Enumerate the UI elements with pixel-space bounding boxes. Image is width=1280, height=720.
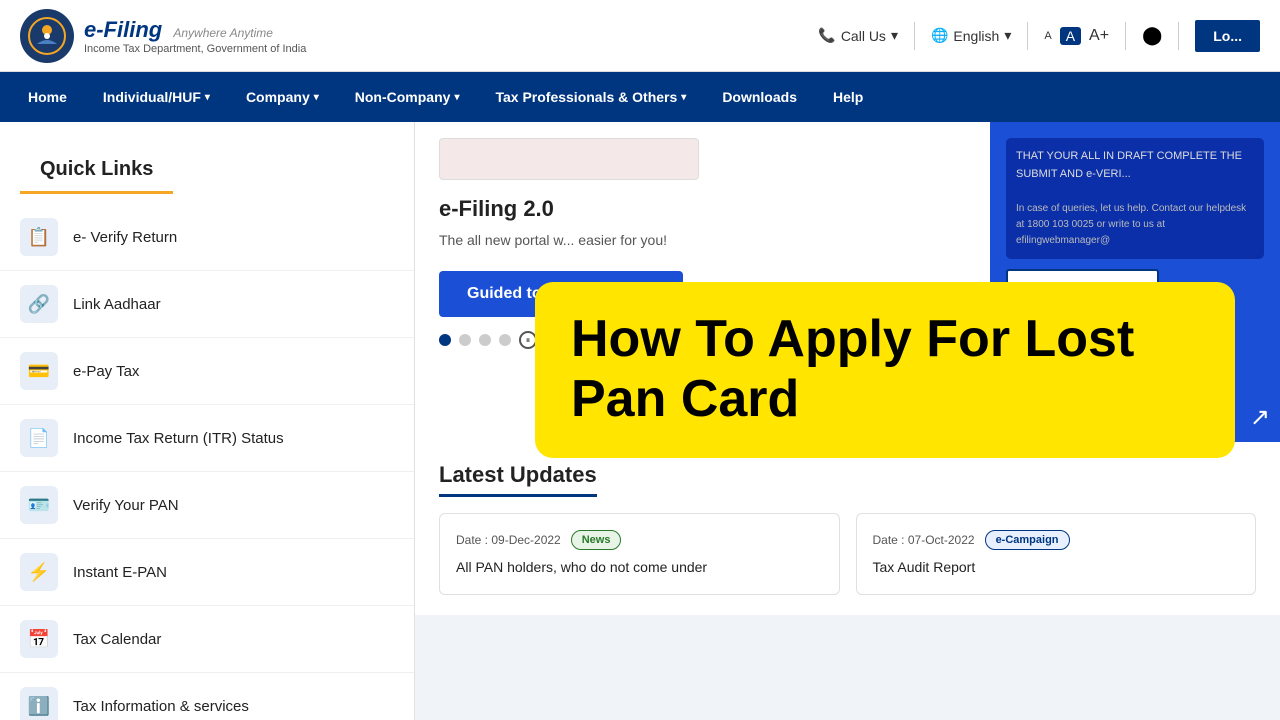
sidebar-verify-pan-label: Verify Your PAN [73, 497, 179, 514]
yellow-overlay-banner: How To Apply For Lost Pan Card [535, 282, 1235, 458]
sidebar-tax-info-label: Tax Information & services [73, 698, 249, 715]
update-card-header-2: Date : 07-Oct-2022 e-Campaign [873, 530, 1240, 550]
header-controls: 📞 Call Us ▾ 🌐 English ▾ A A A+ ⬤ Lo... [818, 20, 1260, 52]
main-container: Quick Links 📋 e- Verify Return 🔗 Link Aa… [0, 122, 1280, 720]
chevron-non-company: ▾ [454, 92, 459, 103]
tax-calendar-icon: 📅 [20, 620, 58, 658]
text-size-large-button[interactable]: A+ [1089, 27, 1109, 45]
chevron-down-icon-2: ▾ [1004, 27, 1011, 44]
link-aadhaar-icon: 🔗 [20, 285, 58, 323]
update-card-2: Date : 07-Oct-2022 e-Campaign Tax Audit … [856, 513, 1257, 595]
divider-3 [1125, 22, 1126, 50]
chevron-tax-professionals: ▾ [681, 92, 686, 103]
verify-return-icon: 📋 [20, 218, 58, 256]
call-us-button[interactable]: 📞 Call Us ▾ [818, 27, 898, 44]
efiling-brand: e-Filing Anywhere Anytime [84, 17, 306, 43]
text-size-normal-button[interactable]: A [1060, 27, 1081, 45]
sidebar-item-verify-pan[interactable]: 🪪 Verify Your PAN [0, 472, 414, 539]
nav-tax-professionals-label: Tax Professionals & Others [495, 89, 677, 105]
text-size-small-button[interactable]: A [1044, 30, 1051, 42]
efiling-desc: The all new portal w... easier for you! [439, 230, 879, 251]
divider-2 [1027, 22, 1028, 50]
divider-4 [1178, 22, 1179, 50]
nav-non-company-label: Non-Company [355, 89, 451, 105]
quick-links-header: Quick Links [0, 122, 414, 194]
updates-grid: Date : 09-Dec-2022 News All PAN holders,… [439, 513, 1256, 595]
overlay-title: How To Apply For Lost Pan Card [571, 310, 1199, 430]
update-badge-2[interactable]: e-Campaign [985, 530, 1070, 550]
sidebar-link-aadhaar-label: Link Aadhaar [73, 296, 161, 313]
sidebar-item-instant-epan[interactable]: ⚡ Instant E-PAN [0, 539, 414, 606]
carousel-dot-1[interactable] [439, 334, 451, 346]
page-header: e-Filing Anywhere Anytime Income Tax Dep… [0, 0, 1280, 72]
nav-help-label: Help [833, 89, 863, 105]
phone-icon: 📞 [818, 27, 835, 44]
logo-area: e-Filing Anywhere Anytime Income Tax Dep… [20, 9, 306, 63]
search-bar[interactable] [439, 138, 699, 180]
sidebar-epay-tax-label: e-Pay Tax [73, 363, 139, 380]
right-panel-notice: THAT YOUR ALL IN DRAFT COMPLETE THE SUBM… [1006, 138, 1264, 259]
sidebar: Quick Links 📋 e- Verify Return 🔗 Link Aa… [0, 122, 415, 720]
logo-text: e-Filing Anywhere Anytime Income Tax Dep… [84, 17, 306, 55]
latest-updates-title: Latest Updates [439, 462, 597, 497]
sidebar-tax-calendar-label: Tax Calendar [73, 631, 161, 648]
nav-downloads-label: Downloads [722, 89, 797, 105]
chevron-down-icon: ▾ [891, 27, 898, 44]
chevron-individual: ▾ [205, 92, 210, 103]
sidebar-verify-return-label: e- Verify Return [73, 229, 177, 246]
tax-info-icon: ℹ️ [20, 687, 58, 720]
update-badge-1[interactable]: News [571, 530, 622, 550]
text-size-controls: A A A+ [1044, 27, 1109, 45]
nav-home[interactable]: Home [10, 72, 85, 122]
quick-links-title: Quick Links [20, 140, 173, 194]
logo-subtitle: Income Tax Department, Government of Ind… [84, 43, 306, 55]
update-text-1: All PAN holders, who do not come under [456, 558, 823, 578]
nav-company[interactable]: Company ▾ [228, 72, 337, 122]
carousel-dot-2[interactable] [459, 334, 471, 346]
government-logo [20, 9, 74, 63]
sidebar-itr-status-label: Income Tax Return (ITR) Status [73, 430, 284, 447]
update-date-2: Date : 07-Oct-2022 [873, 533, 975, 547]
divider-1 [914, 22, 915, 50]
nav-help[interactable]: Help [815, 72, 881, 122]
sidebar-item-link-aadhaar[interactable]: 🔗 Link Aadhaar [0, 271, 414, 338]
update-card-1: Date : 09-Dec-2022 News All PAN holders,… [439, 513, 840, 595]
carousel-dot-4[interactable] [499, 334, 511, 346]
sidebar-instant-epan-label: Instant E-PAN [73, 564, 167, 581]
main-nav: Home Individual/HUF ▾ Company ▾ Non-Comp… [0, 72, 1280, 122]
carousel-dot-3[interactable] [479, 334, 491, 346]
sidebar-item-itr-status[interactable]: 📄 Income Tax Return (ITR) Status [0, 405, 414, 472]
nav-non-company[interactable]: Non-Company ▾ [337, 72, 478, 122]
latest-updates-section: Latest Updates Date : 09-Dec-2022 News A… [415, 442, 1280, 615]
instant-epan-icon: ⚡ [20, 553, 58, 591]
sidebar-item-tax-info[interactable]: ℹ️ Tax Information & services [0, 673, 414, 720]
sidebar-item-verify-return[interactable]: 📋 e- Verify Return [0, 204, 414, 271]
nav-tax-professionals[interactable]: Tax Professionals & Others ▾ [477, 72, 704, 122]
nav-downloads[interactable]: Downloads [704, 72, 815, 122]
content-area: e-Filing 2.0 The all new portal w... eas… [415, 122, 1280, 720]
epay-tax-icon: 💳 [20, 352, 58, 390]
update-card-header-1: Date : 09-Dec-2022 News [456, 530, 823, 550]
login-button[interactable]: Lo... [1195, 20, 1260, 52]
sidebar-item-tax-calendar[interactable]: 📅 Tax Calendar [0, 606, 414, 673]
nav-company-label: Company [246, 89, 310, 105]
nav-individual-label: Individual/HUF [103, 89, 201, 105]
chevron-company: ▾ [314, 92, 319, 103]
verify-pan-icon: 🪪 [20, 486, 58, 524]
nav-home-label: Home [28, 89, 67, 105]
cursor-icon: ↗ [1250, 403, 1270, 432]
language-button[interactable]: 🌐 English ▾ [931, 27, 1011, 44]
update-date-1: Date : 09-Dec-2022 [456, 533, 561, 547]
sidebar-item-epay-tax[interactable]: 💳 e-Pay Tax [0, 338, 414, 405]
nav-individual-huf[interactable]: Individual/HUF ▾ [85, 72, 228, 122]
globe-icon: 🌐 [931, 27, 948, 44]
contrast-toggle-button[interactable]: ⬤ [1142, 25, 1162, 46]
itr-status-icon: 📄 [20, 419, 58, 457]
update-text-2: Tax Audit Report [873, 558, 1240, 578]
